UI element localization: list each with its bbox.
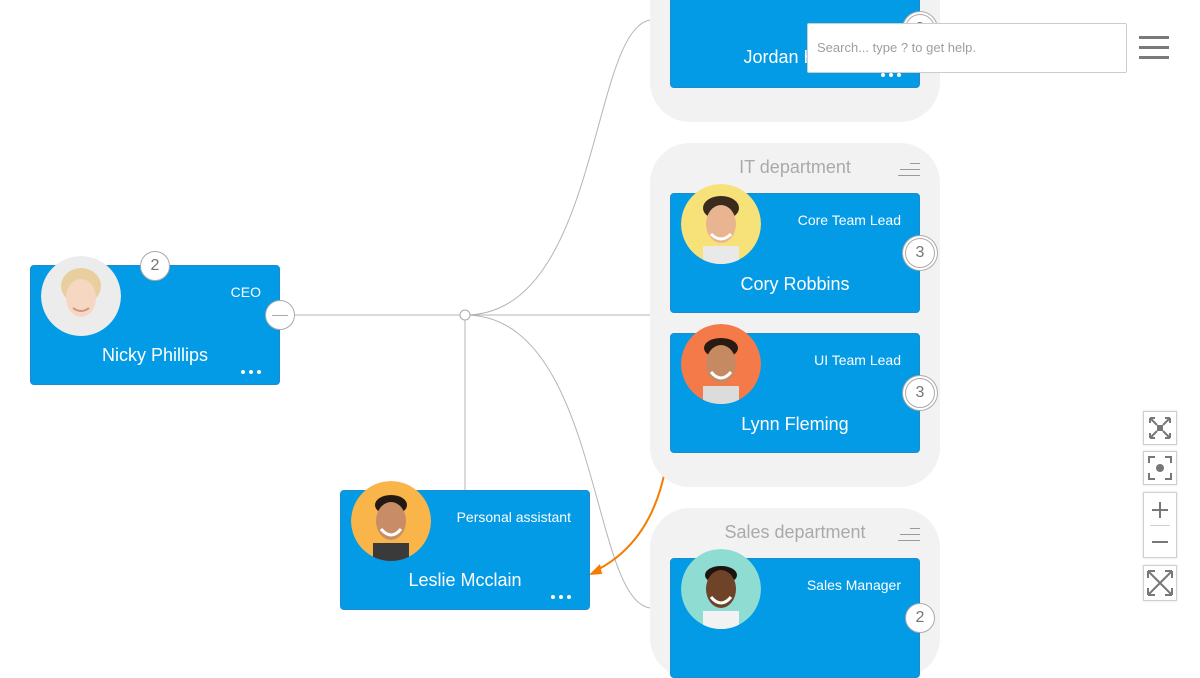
avatar xyxy=(41,256,121,336)
hub-node xyxy=(459,309,471,321)
node-leslie[interactable]: Personal assistant Leslie Mcclain xyxy=(340,481,590,610)
children-count-badge[interactable]: 3 xyxy=(905,238,935,268)
node-nicky[interactable]: CEO Nicky Phillips xyxy=(30,256,280,385)
group-menu-icon[interactable] xyxy=(898,161,920,177)
more-options-icon[interactable] xyxy=(241,369,261,375)
arrowhead xyxy=(589,564,602,575)
node-title: UI Team Lead xyxy=(814,352,901,368)
node-cory[interactable]: Core Team Lead Cory Robbins xyxy=(670,184,920,313)
group-sales-department: Sales department Sales Manager 2 xyxy=(650,508,940,678)
zoom-control xyxy=(1143,492,1177,558)
node-lynn[interactable]: UI Team Lead Lynn Fleming xyxy=(670,324,920,453)
more-options-icon[interactable] xyxy=(551,594,571,600)
node-name: Leslie Mcclain xyxy=(408,570,522,590)
fullscreen-icon[interactable] xyxy=(1144,567,1176,599)
node-title: Sales Manager xyxy=(806,577,901,593)
children-count-badge[interactable]: 2 xyxy=(905,603,935,633)
node-name: Cory Robbins xyxy=(740,274,850,294)
group-title: IT department xyxy=(739,157,851,177)
zoom-out-icon[interactable] xyxy=(1144,526,1176,558)
children-count-badge[interactable]: 2 xyxy=(140,251,170,281)
search-input[interactable] xyxy=(808,24,1117,70)
focus-control xyxy=(1143,451,1177,485)
node-name: Nicky Phillips xyxy=(101,345,209,365)
node-sales-manager[interactable]: Sales Manager xyxy=(670,549,920,678)
group-it-department: IT department Core Team Lead Cory Robbin… xyxy=(650,143,940,487)
hamburger-menu-icon[interactable] xyxy=(1139,36,1171,60)
avatar xyxy=(681,184,761,264)
avatar xyxy=(681,324,761,404)
group-menu-icon[interactable] xyxy=(898,526,920,542)
avatar xyxy=(681,549,761,629)
node-title: Core Team Lead xyxy=(797,212,901,228)
avatar xyxy=(351,481,431,561)
fullscreen-control xyxy=(1143,565,1177,601)
search-box xyxy=(807,23,1127,73)
link-hub-top-group xyxy=(464,19,651,316)
group-title: Sales department xyxy=(724,522,866,542)
focus-icon[interactable] xyxy=(1144,452,1176,484)
node-name: Lynn Fleming xyxy=(741,414,849,434)
collapse-button[interactable] xyxy=(265,300,295,330)
fit-control xyxy=(1143,411,1177,445)
node-title: CEO xyxy=(230,284,261,300)
node-title: Personal assistant xyxy=(456,509,571,525)
children-count-badge[interactable]: 3 xyxy=(905,378,935,408)
fit-icon[interactable] xyxy=(1144,412,1176,444)
zoom-in-icon[interactable] xyxy=(1144,493,1176,525)
